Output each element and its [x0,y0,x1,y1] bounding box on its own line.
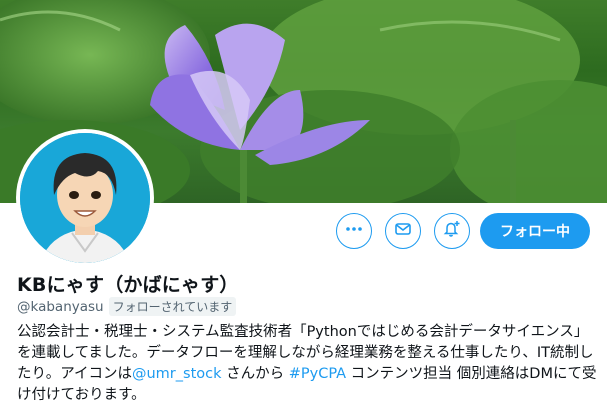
follows-you-badge: フォローされています [108,297,237,316]
avatar-border [16,129,154,267]
handle-row: @kabanyasu フォローされています [17,297,237,316]
bio-hashtag-link[interactable]: #PyCPA [289,366,346,382]
avatar[interactable] [20,133,150,263]
notifications-button[interactable] [434,213,470,249]
more-dots-icon [345,220,363,242]
message-button[interactable] [385,213,421,249]
bell-plus-icon [442,219,462,243]
user-handle: @kabanyasu [17,298,104,315]
display-name: KBにゃす（かばにゃす） [17,274,239,296]
bio-mention-link[interactable]: @umr_stock [132,366,222,382]
avatar-illustration [20,133,150,263]
more-options-button[interactable] [336,213,372,249]
following-button[interactable]: フォロー中 [480,213,590,249]
bio-text-2: さんから [221,366,289,382]
profile-bio: 公認会計士・税理士・システム監査技術者「Pythonではじめる会計データサイエン… [17,322,597,406]
envelope-icon [394,220,412,242]
